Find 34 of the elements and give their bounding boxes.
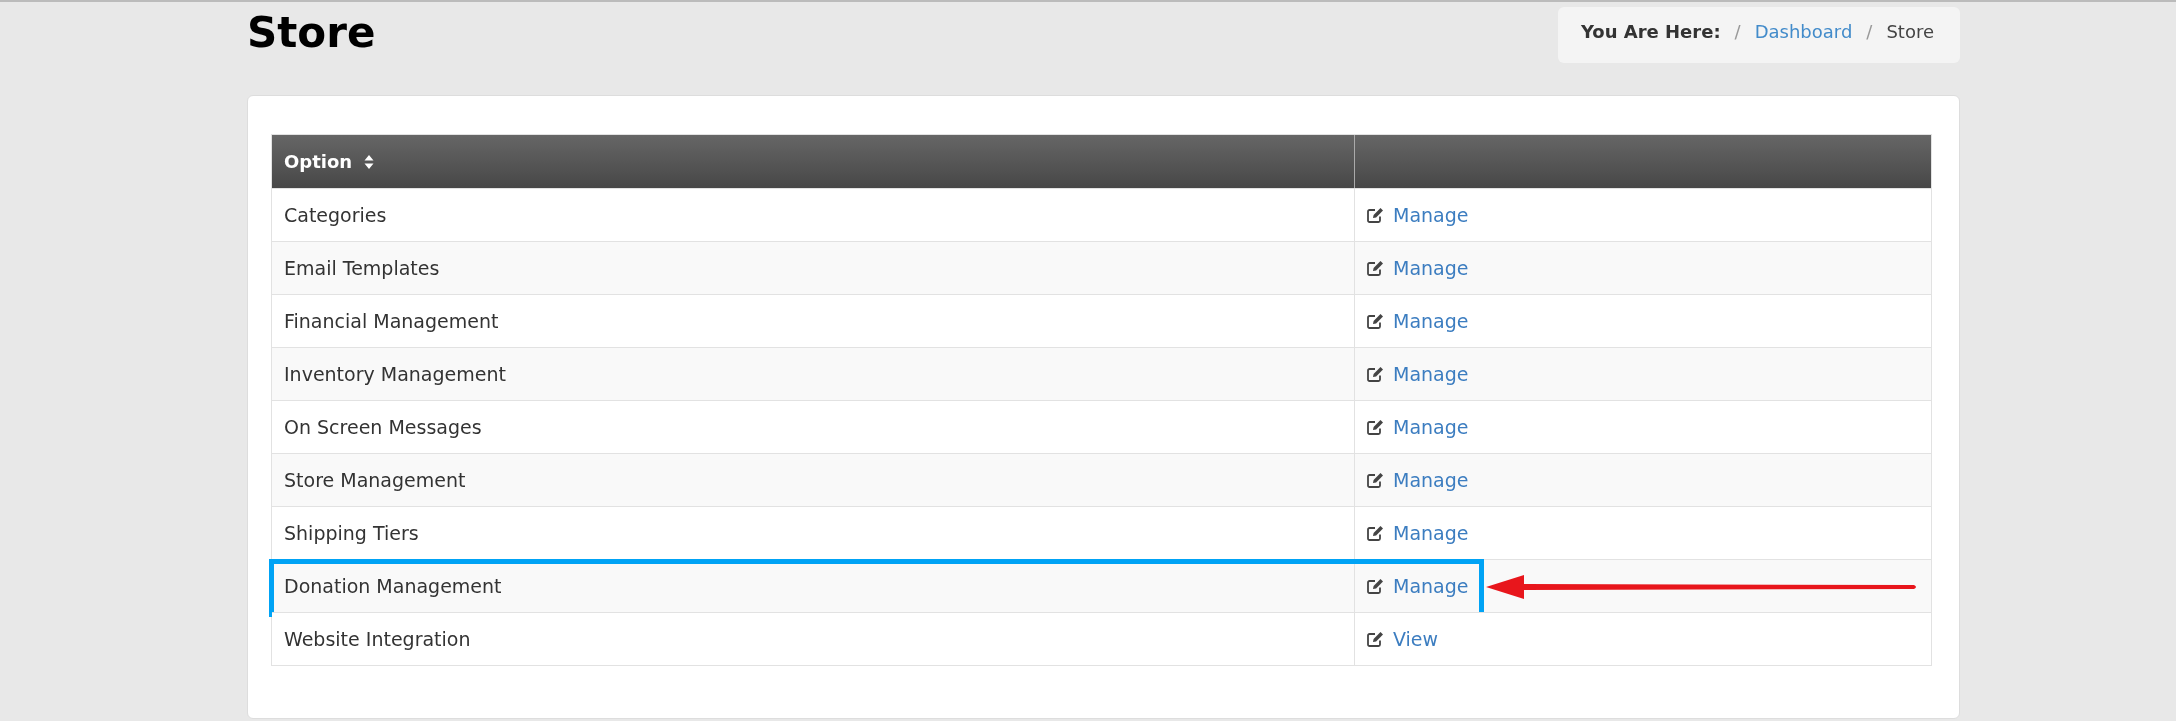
edit-icon — [1367, 366, 1385, 382]
edit-icon — [1367, 631, 1385, 647]
breadcrumb-label: You Are Here: — [1580, 21, 1721, 42]
table-cell-text: Email Templates — [283, 256, 441, 281]
table-cell-text: Shipping Tiers — [283, 521, 420, 546]
action-link[interactable]: Manage — [1367, 575, 1469, 597]
breadcrumb-current: Store — [1886, 21, 1934, 42]
edit-icon — [1367, 419, 1385, 435]
action-link[interactable]: Manage — [1367, 310, 1469, 332]
table-cell-text: Store Management — [283, 468, 467, 493]
edit-icon — [1367, 260, 1385, 276]
edit-icon — [1367, 578, 1385, 594]
table-cell-text: Financial Management — [283, 309, 500, 334]
breadcrumb-link[interactable]: Dashboard — [1754, 21, 1853, 42]
table-cell-text: On Screen Messages — [283, 415, 483, 440]
edit-icon — [1367, 525, 1385, 541]
table-cell-text: Categories — [283, 203, 388, 228]
action-link[interactable]: View — [1367, 628, 1439, 650]
table-cell-text: Inventory Management — [283, 362, 507, 387]
action-link[interactable]: Manage — [1367, 257, 1469, 279]
edit-icon — [1367, 472, 1385, 488]
action-link[interactable]: Manage — [1367, 522, 1469, 544]
edit-icon — [1367, 313, 1385, 329]
breadcrumb-separator: / — [1734, 21, 1741, 42]
action-link[interactable]: Manage — [1367, 469, 1469, 491]
action-link[interactable]: Manage — [1367, 416, 1469, 438]
action-link[interactable]: Manage — [1367, 204, 1469, 226]
page-title: Store — [247, 8, 376, 57]
action-link[interactable]: Manage — [1367, 363, 1469, 385]
table-cell-text: Website Integration — [283, 627, 472, 652]
table-cell-text: Donation Management — [283, 574, 503, 599]
edit-icon — [1367, 207, 1385, 223]
breadcrumb-separator: / — [1866, 21, 1873, 42]
sort-icon[interactable] — [364, 153, 375, 170]
